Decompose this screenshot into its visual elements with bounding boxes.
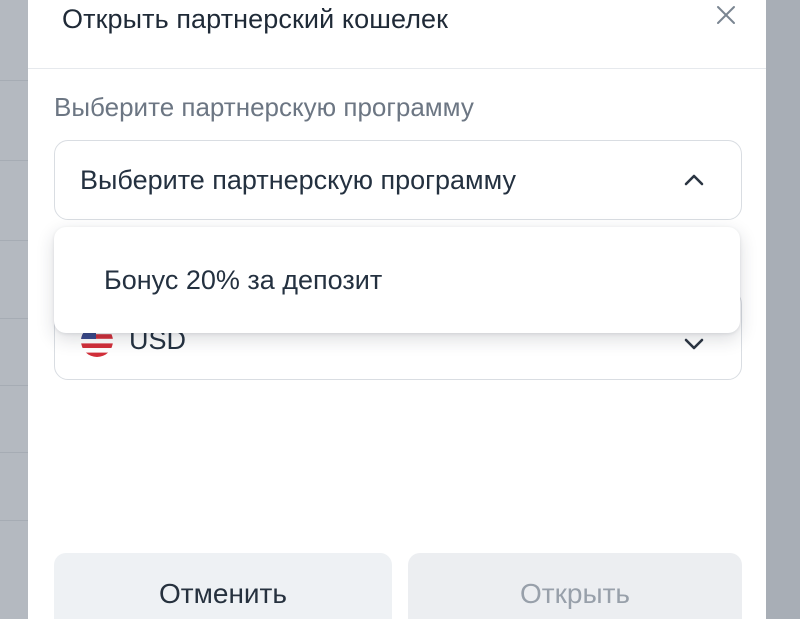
modal-header: Открыть партнерский кошелек bbox=[28, 0, 766, 69]
close-button[interactable] bbox=[708, 0, 744, 30]
open-button[interactable]: Открыть bbox=[408, 553, 742, 619]
program-select-value: Выберите партнерскую программу bbox=[80, 165, 516, 195]
page-backdrop-left bbox=[0, 0, 28, 619]
chevron-up-icon bbox=[684, 174, 704, 186]
close-icon bbox=[717, 6, 735, 24]
cancel-button[interactable]: Отменить bbox=[54, 553, 392, 619]
program-dropdown-menu: Бонус 20% за депозит bbox=[54, 227, 740, 333]
page-backdrop-right bbox=[766, 0, 800, 619]
dropdown-option-label: Бонус 20% за депозит bbox=[104, 265, 383, 295]
open-partner-wallet-modal: Открыть партнерский кошелек Выберите пар… bbox=[28, 0, 766, 619]
program-field-label: Выберите партнерскую программу bbox=[54, 92, 474, 122]
modal-title: Открыть партнерский кошелек bbox=[62, 4, 449, 34]
chevron-down-icon bbox=[684, 338, 704, 350]
program-select[interactable]: Выберите партнерскую программу bbox=[54, 140, 742, 220]
dropdown-option[interactable]: Бонус 20% за депозит bbox=[54, 227, 740, 333]
